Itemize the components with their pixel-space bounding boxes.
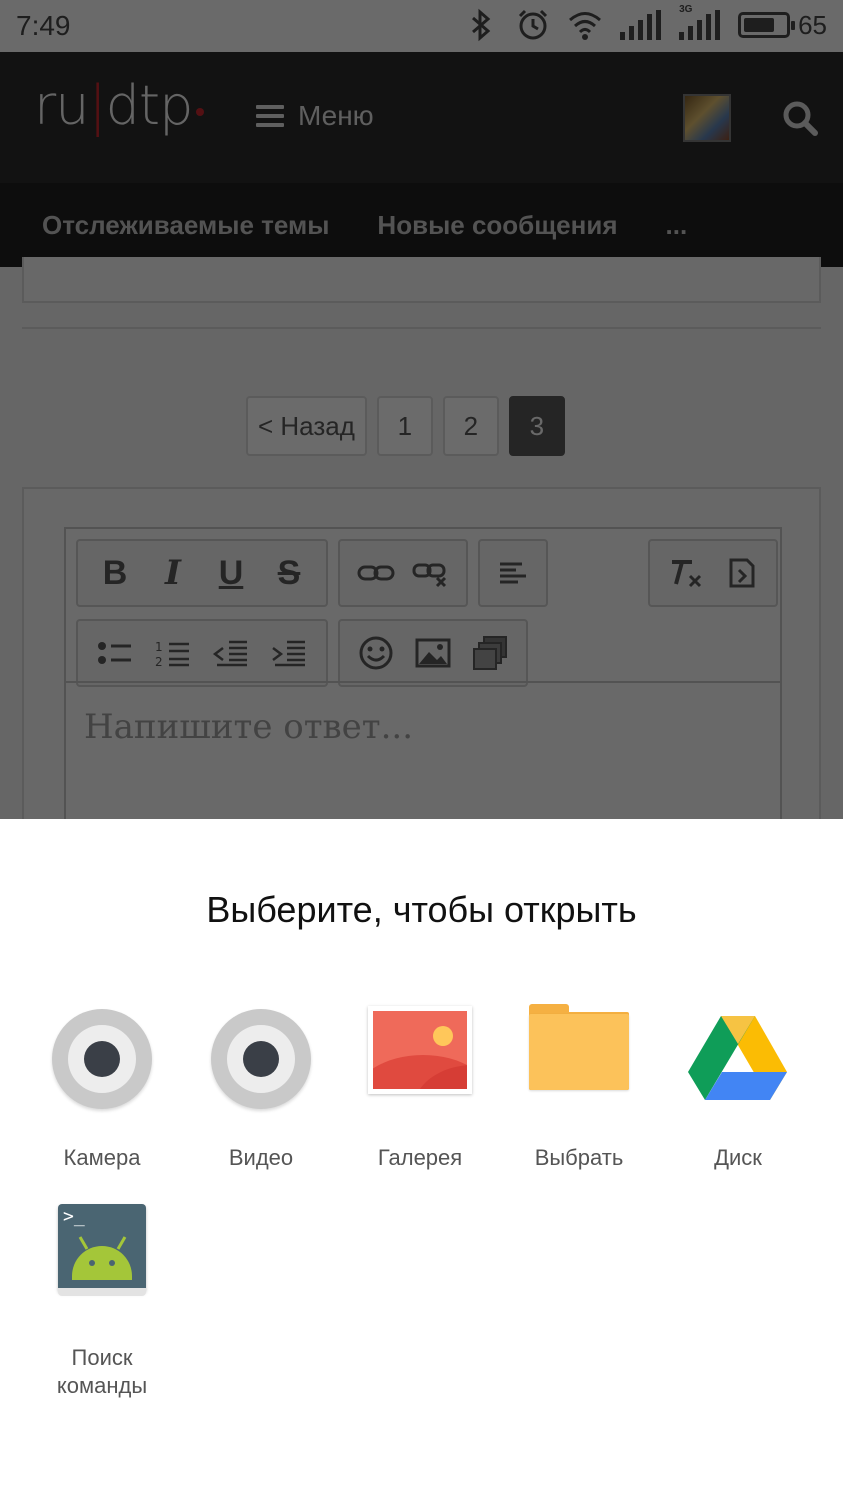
rich-text-editor: B I U S 12 Напишите ответ... [64, 527, 782, 847]
status-time: 7:49 [16, 10, 71, 41]
bluetooth-icon [472, 8, 491, 42]
media-icon[interactable] [470, 635, 510, 671]
app-camera[interactable]: Камера [23, 1004, 181, 1172]
reply-box: B I U S 12 Напишите ответ... [22, 487, 821, 847]
bold-icon[interactable]: B [90, 554, 140, 593]
alarm-icon [519, 9, 548, 40]
app-label: Диск [714, 1145, 762, 1170]
nav-watched-threads[interactable]: Отслеживаемые темы [42, 210, 329, 241]
app-chooser-sheet: Выберите, чтобы открыть Камера Видео Гал… [0, 819, 843, 1500]
app-label: Камера [63, 1145, 141, 1170]
page-2-button[interactable]: 2 [442, 396, 499, 456]
site-header: ru|dtp Меню [0, 52, 843, 183]
camera-icon [47, 1004, 157, 1114]
status-bar: 7:49 3G 65 [0, 0, 843, 52]
italic-icon[interactable]: I [148, 553, 198, 593]
chooser-title: Выберите, чтобы открыть [206, 889, 637, 930]
previous-post-box [22, 257, 821, 303]
reply-placeholder: Напишите ответ... [84, 707, 414, 747]
svg-text:2: 2 [155, 655, 163, 668]
app-label: Поиск команды [56, 1345, 148, 1398]
unlink-icon[interactable] [411, 558, 451, 588]
menu-label: Меню [298, 100, 374, 131]
menu-button[interactable]: Меню [256, 100, 374, 132]
list-group: 12 [76, 619, 328, 687]
smiley-icon[interactable] [356, 635, 396, 671]
nav-new-posts[interactable]: Новые сообщения [377, 210, 617, 241]
google-drive-icon [683, 1004, 793, 1114]
image-icon[interactable] [413, 636, 453, 670]
app-video[interactable]: Видео [182, 1004, 340, 1172]
svg-text:1: 1 [155, 640, 163, 654]
page-content: < Назад 1 2 3 B I U S 1 2 Напишите ответ… [0, 257, 843, 847]
app-label: Видео [228, 1145, 294, 1170]
avatar[interactable] [683, 94, 731, 142]
nav-more[interactable]: ... [666, 210, 688, 241]
sub-navigation: Отслеживаемые темы Новые сообщения ... [0, 183, 843, 267]
app-label: Выбрать [534, 1145, 624, 1170]
battery-icon: 65 [738, 10, 827, 41]
app-file-picker[interactable]: Выбрать [500, 1004, 658, 1172]
strikethrough-icon[interactable]: S [264, 554, 314, 593]
site-logo[interactable]: ru|dtp [34, 74, 205, 137]
wifi-icon [569, 12, 602, 40]
status-icons: 3G 65 [464, 4, 827, 42]
link-group [338, 539, 468, 607]
underline-icon[interactable]: U [206, 554, 256, 593]
hamburger-icon [256, 105, 284, 127]
page-3-button[interactable]: 3 [508, 396, 565, 456]
terminal-icon: >_ [47, 1204, 157, 1314]
indent-icon[interactable] [269, 638, 309, 668]
signal-3g-icon: 3G [679, 4, 721, 40]
link-icon[interactable] [356, 558, 396, 588]
align-group [478, 539, 548, 607]
app-drive[interactable]: Диск [659, 1004, 817, 1172]
tools-group [648, 539, 778, 607]
gallery-icon [365, 1004, 475, 1114]
bullet-list-icon[interactable] [95, 638, 135, 668]
signal-icon [620, 10, 662, 40]
align-icon[interactable] [496, 558, 530, 588]
app-gallery[interactable]: Галерея [341, 1004, 499, 1172]
page-back-button[interactable]: < Назад [246, 396, 367, 456]
video-camera-icon [206, 1004, 316, 1114]
page-1-button[interactable]: 1 [376, 396, 433, 456]
search-icon[interactable] [782, 100, 818, 136]
app-label: Галерея [377, 1145, 463, 1170]
pagination: < Назад 1 2 3 [246, 396, 565, 456]
format-group: B I U S [76, 539, 328, 607]
outdent-icon[interactable] [211, 638, 251, 668]
clear-format-icon[interactable] [666, 556, 706, 590]
insert-group [338, 619, 528, 687]
numbered-list-icon[interactable]: 12 [153, 638, 193, 668]
battery-level: 65 [798, 9, 827, 40]
source-icon[interactable] [721, 556, 761, 590]
app-command-search[interactable]: >_ Поиск команды [23, 1204, 181, 1400]
folder-icon [524, 1004, 634, 1114]
divider [22, 327, 821, 329]
